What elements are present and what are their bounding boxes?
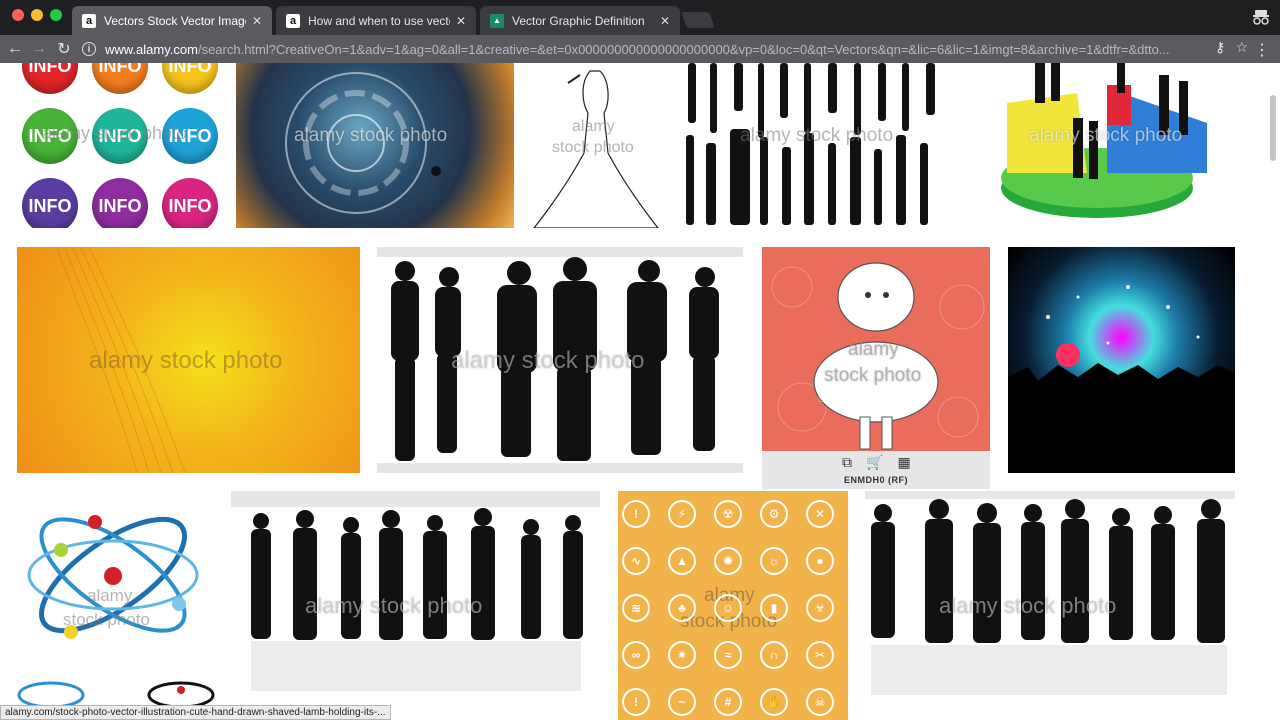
wave-icon: ≈	[714, 641, 742, 669]
close-window-button[interactable]	[12, 9, 24, 21]
incognito-icon	[1253, 10, 1269, 25]
info-badge: INFO	[92, 63, 148, 94]
tab-vectors-stock[interactable]: a Vectors Stock Vector Images - ✕	[72, 6, 272, 35]
watermark-line-1: alamy	[848, 339, 899, 360]
watermark-line-2: stock photo	[824, 365, 922, 386]
result-concert-lights[interactable]	[1008, 247, 1235, 473]
mouse-cursor-icon: ☝	[818, 389, 827, 405]
result-walking-silhouettes[interactable]: alamy stock photo	[377, 247, 743, 473]
watermark: alamy stock photo	[939, 593, 1117, 618]
compare-icon[interactable]: ⧉	[842, 454, 852, 471]
tab-title: Vector Graphic Definition	[512, 13, 645, 28]
forward-icon[interactable]: →	[28, 38, 50, 60]
graph-icon: ∿	[622, 547, 650, 575]
cart-icon[interactable]: 🛒	[866, 454, 883, 471]
bomb-icon: ●	[806, 547, 834, 575]
tree-icon: ♣	[668, 594, 696, 622]
result-cute-lamb[interactable]: alamy stock photo ☝	[762, 247, 990, 451]
result-hover-toolbar: ⧉ 🛒 ▦ ENMDH0 (RF)	[762, 451, 990, 489]
back-icon[interactable]: ←	[4, 38, 26, 60]
link-status-bar: alamy.com/stock-photo-vector-illustratio…	[0, 705, 391, 720]
link-icon: ∞	[622, 641, 650, 669]
calculator-icon[interactable]: ▦	[897, 454, 910, 471]
browser-menu-icon[interactable]: ⋮	[1254, 40, 1270, 60]
tab-strip: a Vectors Stock Vector Images - ✕ a How …	[0, 0, 1280, 35]
result-tech-circle[interactable]: alamy stock photo	[236, 63, 514, 228]
watermark-line-2: stock photo	[63, 610, 150, 629]
heat-icon: ≋	[622, 594, 650, 622]
alamy-favicon-icon: a	[286, 13, 300, 28]
page-scrollbar[interactable]	[1270, 95, 1276, 161]
watermark: alamy stock photo	[89, 347, 283, 374]
explosion-icon: ✷	[668, 641, 696, 669]
result-business-group[interactable]: alamy stock photo	[231, 491, 600, 705]
result-knives[interactable]: alamy stock photo	[684, 63, 952, 228]
magnet-icon: ∩	[760, 641, 788, 669]
watermark: alamy stock photo	[1029, 125, 1183, 146]
grid-icon: #	[714, 688, 742, 716]
wheel-icon: ✺	[714, 547, 742, 575]
watermark: alamy stock photo	[740, 125, 894, 146]
result-business-pie-chart[interactable]: alamy stock photo	[977, 63, 1235, 228]
watermark: alamy stock photo	[305, 593, 483, 618]
danger-icon: !	[622, 688, 650, 716]
cross-icon: ✕	[806, 500, 834, 528]
site-info-icon[interactable]: i	[82, 42, 96, 56]
minimize-window-button[interactable]	[31, 9, 43, 21]
watermark: alamy stock photo	[451, 347, 645, 374]
info-badge: INFO	[162, 178, 218, 228]
address-bar[interactable]: i www.alamy.com/search.html?CreativeOn=1…	[82, 37, 1252, 61]
drive-favicon-icon: ▲	[490, 13, 504, 28]
tab-vector-graphic-definition[interactable]: ▲ Vector Graphic Definition ✕	[480, 6, 680, 35]
radiation-icon: ☢	[714, 500, 742, 528]
url-host: www.alamy.com	[105, 41, 198, 57]
watermark-line-1: alamy	[572, 118, 615, 135]
close-tab-icon[interactable]: ✕	[660, 14, 670, 28]
tab-how-and-when[interactable]: a How and when to use vectors ✕	[276, 6, 476, 35]
watermark-line-2: stock photo	[552, 139, 634, 156]
hand-icon: ✋	[760, 688, 788, 716]
concert-crowd-graphic	[1008, 285, 1235, 473]
close-tab-icon[interactable]: ✕	[456, 14, 466, 28]
bookmark-star-icon[interactable]: ☆	[1235, 39, 1248, 56]
image-code: ENMDH0 (RF)	[844, 475, 908, 485]
person-icon: ☺	[714, 594, 742, 622]
reload-icon[interactable]: ↻	[53, 38, 75, 60]
info-badge: INFO	[22, 63, 78, 94]
hazard-icon-grid: ! ⚡ ☢ ⚙ ✕ ∿ ▲ ✺ ☼ ● ≋ ♣ ☺ ▮ ☣ ∞ ✷ ≈ ∩ ✂ …	[622, 500, 844, 716]
maximize-window-button[interactable]	[50, 9, 62, 21]
lightning-icon: ⚡	[668, 500, 696, 528]
result-orange-abstract[interactable]: alamy stock photo	[17, 247, 360, 473]
skull-icon: ☠	[806, 688, 834, 716]
browser-toolbar: ← → ↻ i www.alamy.com/search.html?Creati…	[0, 35, 1280, 63]
alamy-favicon-icon: a	[82, 13, 96, 28]
result-info-badges[interactable]: INFO INFO INFO INFO INFO INFO INFO INFO …	[18, 63, 218, 228]
new-tab-button[interactable]	[681, 12, 715, 28]
biohazard-icon: ☣	[806, 594, 834, 622]
key-icon[interactable]: ⚷	[1215, 39, 1225, 56]
info-badge: INFO	[92, 178, 148, 228]
water-icon: ~	[668, 688, 696, 716]
warning-icon: !	[622, 500, 650, 528]
info-badge: INFO	[22, 178, 78, 228]
watermark-line-1: alamy	[87, 586, 133, 605]
result-singer-sketch[interactable]: alamy stock photo	[528, 63, 664, 228]
bottle-icon: ▮	[760, 594, 788, 622]
watermark: alamy stock photo	[294, 125, 448, 146]
mountain-icon: ▲	[668, 547, 696, 575]
gear-icon: ⚙	[760, 500, 788, 528]
watermark: alamy stock photo	[42, 123, 188, 143]
tab-title: How and when to use vectors	[308, 13, 450, 28]
info-badge: INFO	[162, 63, 218, 94]
result-handshake-group[interactable]: alamy stock photo	[865, 491, 1235, 720]
result-atom[interactable]: alamy stock photo	[15, 490, 215, 705]
close-tab-icon[interactable]: ✕	[252, 14, 262, 28]
tab-title: Vectors Stock Vector Images -	[104, 13, 246, 28]
tools-icon: ✂	[806, 641, 834, 669]
sun-icon: ☼	[760, 547, 788, 575]
url-path: /search.html?CreativeOn=1&adv=1&ag=0&all…	[197, 41, 1170, 57]
